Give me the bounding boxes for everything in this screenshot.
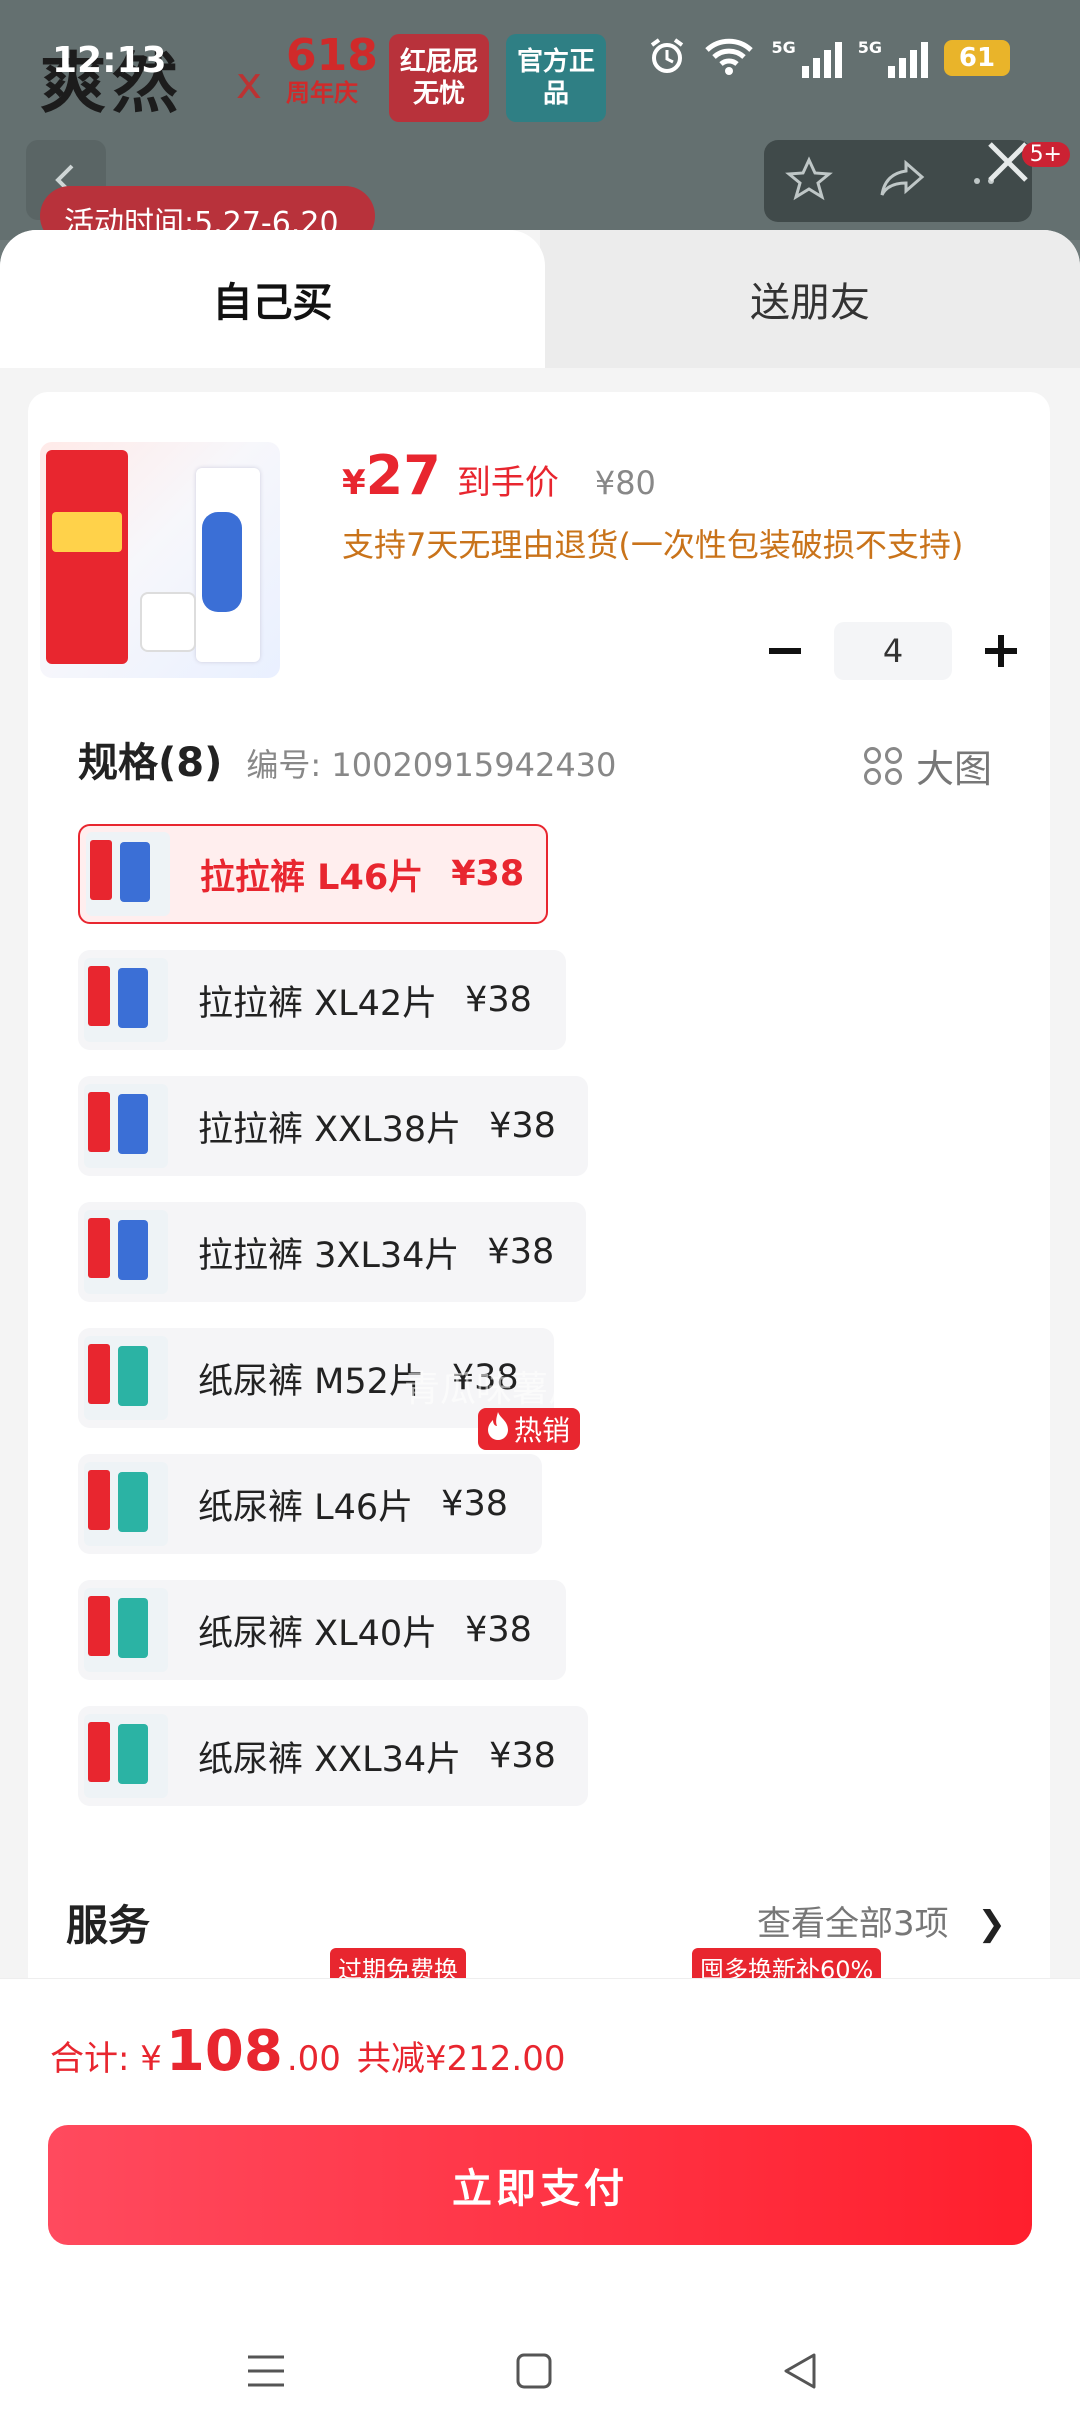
spec-header: 规格(8) 编号: 10020915942430	[78, 730, 616, 788]
final-price: ¥27	[342, 444, 441, 507]
pay-now-button[interactable]: 立即支付	[48, 2125, 1032, 2245]
option-price: ¥38	[465, 980, 532, 1020]
option-thumbnail	[86, 832, 170, 916]
product-image	[40, 442, 280, 678]
total-saved: 共减¥212.00	[356, 2039, 566, 2079]
option-thumbnail	[84, 1210, 168, 1294]
spec-title: 规格(8)	[78, 740, 223, 786]
option-label: 拉拉裤 3XL34片	[198, 1235, 460, 1276]
status-time: 12:13	[52, 40, 167, 81]
total-decimal: .00	[286, 2039, 341, 2079]
brand-618-logo: 618 周年庆	[286, 34, 378, 108]
status-icons: 5G 5G 61	[647, 36, 1010, 80]
home-icon[interactable]	[504, 2341, 564, 2401]
total-amount: 108	[165, 2019, 283, 2084]
decrease-button[interactable]	[760, 626, 810, 676]
spec-option[interactable]: 拉拉裤 L46片 ¥38	[78, 824, 548, 924]
badge-red-butt-free: 红屁屁无忧	[389, 34, 489, 122]
tab-send-friend[interactable]: 送朋友	[540, 230, 1080, 368]
service-tag: 过期免费换	[330, 1948, 466, 1984]
hot-sale-label: 热销	[514, 1414, 571, 1447]
checkout-bar: 合计: ¥ 108 .00 共减¥212.00 立即支付	[0, 1978, 1080, 2412]
spec-option[interactable]: 拉拉裤 3XL34片 ¥38	[78, 1202, 586, 1302]
option-thumbnail	[84, 1084, 168, 1168]
grid-icon	[864, 746, 902, 785]
alarm-icon	[647, 36, 687, 80]
option-thumbnail	[84, 958, 168, 1042]
spec-option[interactable]: 纸尿裤 XXL34片 ¥38	[78, 1706, 588, 1806]
wifi-icon	[703, 36, 755, 80]
quantity-stepper: 4	[760, 622, 1026, 680]
option-price: ¥38	[465, 1610, 532, 1650]
big-image-label: 大图	[916, 747, 993, 791]
option-price: ¥38	[489, 1736, 556, 1776]
service-tag: 囤多换新补60%	[692, 1948, 882, 1984]
signal-icon-2: 5G	[858, 38, 928, 78]
return-policy: 支持7天无理由退货(一次性包装破损不支持)	[342, 526, 964, 564]
increase-button[interactable]	[976, 626, 1026, 676]
final-price-label: 到手价	[456, 463, 559, 503]
notification-badge: 5+	[1021, 142, 1070, 167]
brand-618-sub: 周年庆	[286, 79, 358, 107]
option-price: ¥38	[487, 1232, 555, 1272]
watermark: 青瓜味薯片	[404, 1369, 585, 1410]
menu-icon[interactable]	[236, 2341, 296, 2401]
back-nav-icon[interactable]	[770, 2341, 830, 2401]
option-price: ¥38	[451, 854, 525, 894]
hot-sale-tag: 热销	[478, 1408, 581, 1450]
brand-618-number: 618	[286, 30, 378, 81]
brand-cross: x	[236, 58, 263, 109]
signal-icon: 5G	[771, 38, 842, 78]
total-summary: 合计: ¥ 108 .00 共减¥212.00	[50, 2019, 566, 2084]
spec-option[interactable]: 拉拉裤 XL42片 ¥38	[78, 950, 566, 1050]
option-price: ¥38	[489, 1106, 556, 1146]
option-thumbnail	[84, 1588, 168, 1672]
tab-buy-self[interactable]: 自己买	[0, 230, 545, 368]
option-thumbnail	[84, 1462, 168, 1546]
badge-official: 官方正品	[506, 34, 606, 122]
share-icon[interactable]	[876, 155, 928, 207]
services-title: 服务	[66, 1901, 151, 1950]
option-label: 纸尿裤 XXL34片	[198, 1739, 462, 1780]
option-label: 纸尿裤 L46片	[198, 1487, 414, 1528]
original-price: ¥80	[594, 464, 656, 502]
option-label: 纸尿裤 M52片	[198, 1361, 424, 1402]
quantity-value[interactable]: 4	[834, 622, 952, 680]
services-more-link[interactable]: 查看全部3项 ❯	[757, 1896, 1006, 1945]
spec-option[interactable]: 纸尿裤 L46片 ¥38	[78, 1454, 542, 1554]
spec-option[interactable]: 纸尿裤 XL40片 ¥38	[78, 1580, 566, 1680]
spec-option[interactable]: 拉拉裤 XXL38片 ¥38	[78, 1076, 588, 1176]
option-thumbnail	[84, 1336, 168, 1420]
battery-icon: 61	[944, 40, 1010, 76]
chevron-right-icon: ❯	[977, 1904, 1007, 1944]
price-row: ¥27 到手价 ¥80	[342, 444, 656, 507]
services-more-label: 查看全部3项	[757, 1904, 949, 1944]
star-icon[interactable]	[785, 155, 834, 207]
total-label: 合计: ¥	[50, 2039, 162, 2079]
sku-number: 编号: 10020915942430	[246, 746, 617, 784]
fire-icon	[486, 1411, 510, 1448]
option-thumbnail	[84, 1714, 168, 1798]
big-image-button[interactable]: 大图	[864, 738, 992, 793]
option-label: 拉拉裤 L46片	[200, 857, 424, 898]
option-label: 拉拉裤 XL42片	[198, 983, 438, 1024]
option-price: ¥38	[441, 1484, 508, 1524]
option-label: 拉拉裤 XXL38片	[198, 1109, 462, 1150]
option-label: 纸尿裤 XL40片	[198, 1613, 438, 1654]
